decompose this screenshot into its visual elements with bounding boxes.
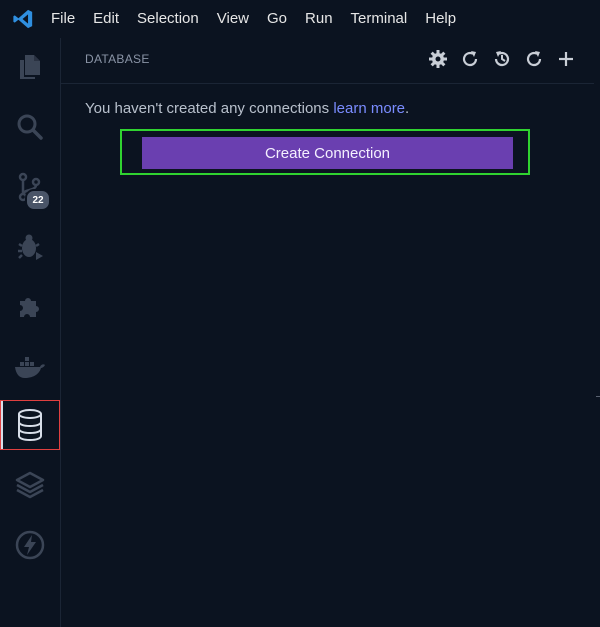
activity-search[interactable]: [0, 102, 60, 152]
run-debug-icon: [16, 233, 44, 261]
activity-docker[interactable]: [0, 342, 60, 392]
learn-more-link[interactable]: learn more: [333, 100, 405, 117]
reload-icon[interactable]: [523, 48, 545, 70]
menu-run[interactable]: Run: [296, 0, 342, 38]
files-icon: [17, 53, 43, 81]
panel-body: You haven't created any connections lear…: [61, 83, 595, 627]
activity-bar: 22: [0, 38, 60, 627]
extensions-icon: [16, 293, 44, 321]
message-end: .: [405, 100, 410, 117]
docker-icon: [14, 354, 46, 380]
database-icon: [16, 409, 44, 441]
activity-source-control[interactable]: 22: [0, 162, 60, 212]
menu-edit[interactable]: Edit: [84, 0, 128, 38]
sash-marker[interactable]: [596, 396, 600, 397]
panel-title: DATABASE: [85, 52, 150, 66]
source-control-badge: 22: [25, 189, 51, 211]
activity-lightning[interactable]: [0, 520, 60, 570]
add-icon[interactable]: [555, 48, 577, 70]
right-edge: [594, 38, 600, 627]
create-connection-button[interactable]: Create Connection: [142, 137, 513, 169]
layers-icon: [15, 470, 45, 500]
history-icon[interactable]: [491, 48, 513, 70]
activity-explorer[interactable]: [0, 42, 60, 92]
menu-view[interactable]: View: [208, 0, 258, 38]
database-panel: DATABASE You haven't created any connect…: [60, 38, 595, 627]
vscode-logo-icon[interactable]: [12, 8, 34, 30]
panel-actions: [427, 47, 577, 71]
menu-go[interactable]: Go: [258, 0, 296, 38]
menu-selection[interactable]: Selection: [128, 0, 208, 38]
no-connections-message: You haven't created any connections lear…: [85, 100, 409, 117]
settings-gear-icon[interactable]: [427, 48, 449, 70]
menu-terminal[interactable]: Terminal: [342, 0, 417, 38]
activity-run-debug[interactable]: [0, 222, 60, 272]
activity-database[interactable]: [0, 400, 60, 450]
lightning-icon: [15, 530, 45, 560]
message-text: You haven't created any connections: [85, 100, 334, 117]
menu-file[interactable]: File: [42, 0, 84, 38]
vscode-window: File Edit Selection View Go Run Terminal…: [0, 0, 600, 627]
search-icon: [16, 113, 44, 141]
menu-help[interactable]: Help: [416, 0, 465, 38]
refresh-icon[interactable]: [459, 48, 481, 70]
menu-bar: File Edit Selection View Go Run Terminal…: [0, 0, 600, 38]
activity-layers[interactable]: [0, 460, 60, 510]
activity-extensions[interactable]: [0, 282, 60, 332]
